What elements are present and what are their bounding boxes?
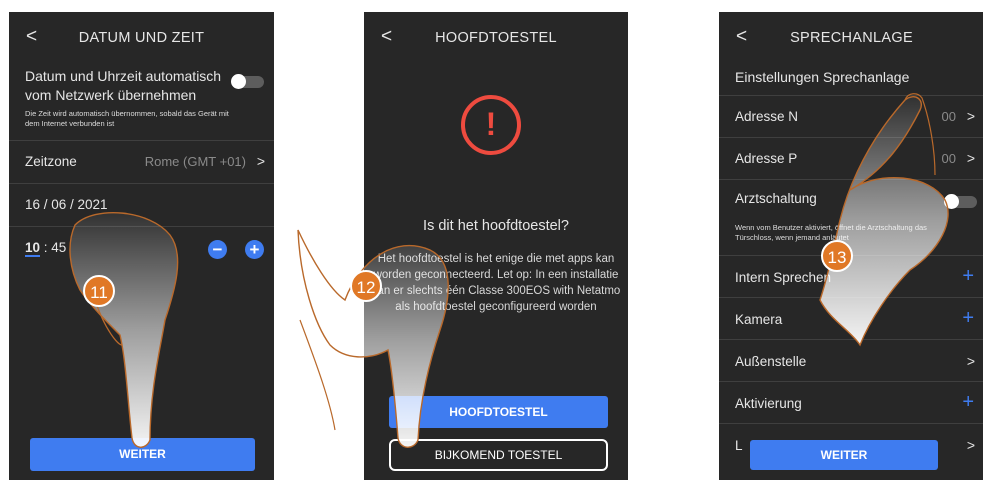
auto-time-label: Datum und Uhrzeit automatisch vom Netzwe…: [25, 68, 222, 103]
page-title: DATUM UND ZEIT: [78, 30, 205, 46]
timezone-row[interactable]: Zeitzone Rome (GMT +01) >: [9, 140, 274, 184]
address-n-value: 00: [941, 109, 956, 124]
doctor-toggle[interactable]: [944, 194, 977, 209]
additional-device-button[interactable]: BIJKOMEND TOESTEL: [389, 439, 608, 471]
add-icon[interactable]: +: [962, 307, 974, 330]
step-badge-12: 12: [350, 270, 382, 302]
chevron-right-icon: >: [256, 153, 265, 169]
doctor-note: Wenn vom Benutzer aktiviert, öffnet die …: [735, 223, 927, 242]
intercom-screen: < SPRECHANLAGE Einstellungen Sprechanlag…: [719, 12, 983, 480]
intercom-label: Intern Sprechen: [735, 270, 832, 285]
auto-time-note: Die Zeit wird automatisch übernommen, so…: [25, 109, 229, 128]
chevron-right-icon: >: [966, 437, 975, 453]
continue-button[interactable]: WEITER: [30, 438, 255, 471]
camera-row[interactable]: Kamera +: [719, 297, 983, 340]
description-text: Het hoofdtoestel is het enige die met ap…: [371, 253, 621, 313]
alert-mark: !: [485, 106, 497, 142]
time-hours[interactable]: 10: [25, 240, 41, 257]
page-title: SPRECHANLAGE: [790, 30, 913, 46]
add-icon[interactable]: +: [962, 391, 974, 414]
auto-time-toggle[interactable]: [231, 74, 264, 89]
address-n-label: Adresse N: [735, 109, 799, 124]
timezone-value: Rome (GMT +01): [144, 154, 246, 169]
add-icon[interactable]: +: [962, 265, 974, 288]
decrease-time-button[interactable]: −: [208, 240, 227, 259]
page-title: HOOFDTOESTEL: [435, 30, 557, 46]
chevron-right-icon: >: [966, 150, 975, 166]
section-title: Einstellungen Sprechanlage: [735, 69, 910, 85]
chevron-right-icon: >: [966, 353, 975, 369]
step-badge-13: 13: [821, 240, 853, 272]
date-time-screen: < DATUM UND ZEIT Datum und Uhrzeit autom…: [9, 12, 274, 480]
timezone-label: Zeitzone: [25, 154, 77, 169]
address-p-value: 00: [941, 151, 956, 166]
header: < DATUM UND ZEIT: [9, 12, 274, 62]
camera-label: Kamera: [735, 312, 783, 327]
alert-icon: !: [461, 95, 521, 155]
doctor-row: Arztschaltung Wenn vom Benutzer aktivier…: [719, 179, 983, 256]
question-text: Is dit het hoofdtoestel?: [423, 218, 569, 234]
header: < SPRECHANLAGE: [719, 12, 983, 62]
date-row[interactable]: 16 / 06 / 2021: [9, 183, 274, 227]
time-row: 10 : 45 − +: [9, 226, 274, 271]
main-device-screen: < HOOFDTOESTEL ! Is dit het hoofdtoestel…: [364, 12, 628, 480]
date-value[interactable]: 16 / 06 / 2021: [25, 197, 108, 212]
partial-label: L: [735, 438, 743, 453]
time-separator: :: [40, 240, 52, 255]
activation-row[interactable]: Aktivierung +: [719, 381, 983, 424]
outdoor-row[interactable]: Außenstelle >: [719, 339, 983, 382]
step-badge-11: 11: [83, 275, 115, 307]
continue-button[interactable]: WEITER: [750, 440, 938, 470]
increase-time-button[interactable]: +: [245, 240, 264, 259]
activation-label: Aktivierung: [735, 396, 802, 411]
address-p-label: Adresse P: [735, 151, 798, 166]
address-p-row[interactable]: Adresse P 00 >: [719, 137, 983, 180]
doctor-label: Arztschaltung: [735, 191, 817, 206]
outdoor-label: Außenstelle: [735, 354, 807, 369]
time-minutes[interactable]: 45: [51, 240, 66, 255]
main-device-button[interactable]: HOOFDTOESTEL: [389, 396, 608, 428]
header: < HOOFDTOESTEL: [364, 12, 628, 62]
time-value: 10 : 45: [25, 240, 66, 257]
address-n-row[interactable]: Adresse N 00 >: [719, 95, 983, 138]
chevron-right-icon: >: [966, 108, 975, 124]
